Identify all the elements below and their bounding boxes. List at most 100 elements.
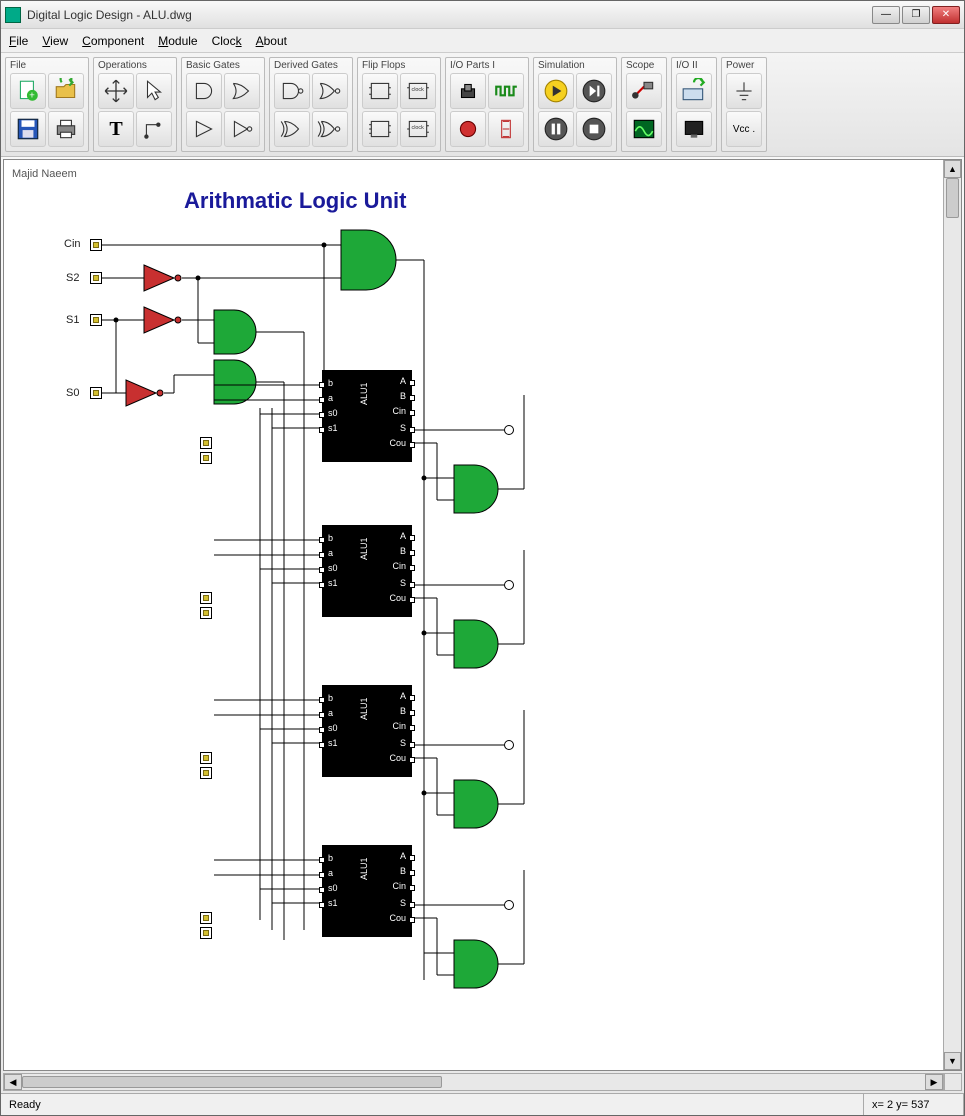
menu-component[interactable]: Component [82,34,144,48]
pin-box-b1[interactable] [200,607,212,619]
output-pin-4[interactable] [504,900,514,910]
toolgroup-io1-label: I/O Parts I [450,60,524,71]
titlebar[interactable]: Digital Logic Design - ALU.dwg — ❐ ✕ [1,1,964,29]
nand-gate-button[interactable] [274,73,310,109]
pin-box-s2[interactable] [90,272,102,284]
pin-box-b2[interactable] [200,767,212,779]
nor-gate-button[interactable] [312,73,348,109]
menu-file[interactable]: File [9,34,28,48]
text-tool-button[interactable]: T [98,111,134,147]
scroll-up-arrow[interactable]: ▲ [944,160,961,178]
and-gate-out-1 [454,465,498,513]
and-gate-out-4 [454,940,498,988]
pin-box-a1[interactable] [200,592,212,604]
stop-button[interactable] [576,111,612,147]
menu-module[interactable]: Module [158,34,197,48]
and-gate-out-2 [454,620,498,668]
wire-tool-button[interactable] [136,111,172,147]
switch-button[interactable] [450,73,486,109]
toolgroup-simulation: Simulation [533,57,617,152]
toolgroup-sim-label: Simulation [538,60,612,71]
pin-box-cin[interactable] [90,239,102,251]
toolgroup-derived-label: Derived Gates [274,60,348,71]
move-tool-button[interactable] [98,73,134,109]
alu-chip-3[interactable]: ALU1 b a s0 s1 A B Cin S Cou [322,685,412,777]
close-button[interactable]: ✕ [932,6,960,24]
pin-label-s1: S1 [66,314,79,326]
led-button[interactable] [450,111,486,147]
pin-label-s2: S2 [66,272,79,284]
toolgroup-basic-gates: Basic Gates [181,57,265,152]
scroll-corner [944,1073,962,1091]
flipflop-t-button[interactable]: clock [400,111,436,147]
vcc-button[interactable]: Vcc . [726,111,762,147]
scroll-down-arrow[interactable]: ▼ [944,1052,961,1070]
display-button[interactable] [676,111,712,147]
alu-chip-2[interactable]: ALU1 b a s0 s1 A B Cin S Cou [322,525,412,617]
pin-box-a3[interactable] [200,912,212,924]
pin-box-a2[interactable] [200,752,212,764]
pointer-tool-button[interactable] [136,73,172,109]
alu-chip-4[interactable]: ALU1 b a s0 s1 A B Cin S Cou [322,845,412,937]
and-gate-button[interactable] [186,73,222,109]
scroll-right-arrow[interactable]: ▶ [925,1074,943,1090]
or-gate-button[interactable] [224,73,260,109]
toolgroup-derived-gates: Derived Gates [269,57,353,152]
not-gate-button[interactable] [224,111,260,147]
pin-box-s0[interactable] [90,387,102,399]
toolgroup-file-label: File [10,60,84,71]
xor-gate-button[interactable] [274,111,310,147]
pin-box-s1[interactable] [90,314,102,326]
open-file-button[interactable] [48,73,84,109]
and-gate-small-2 [214,360,256,404]
step-button[interactable] [576,73,612,109]
scroll-left-arrow[interactable]: ◀ [4,1074,22,1090]
not-gate-3 [126,380,163,406]
menu-about[interactable]: About [256,34,287,48]
vertical-scrollbar[interactable]: ▲ ▼ [943,160,961,1070]
minimize-button[interactable]: — [872,6,900,24]
hscroll-thumb[interactable] [22,1076,442,1088]
toolgroup-scope-label: Scope [626,60,662,71]
status-ready: Ready [1,1094,864,1115]
save-file-button[interactable] [10,111,46,147]
ground-button[interactable] [726,73,762,109]
svg-text:clock: clock [412,87,425,93]
toolgroup-ops-label: Operations [98,60,172,71]
menu-view[interactable]: View [42,34,68,48]
pin-box-b3[interactable] [200,927,212,939]
new-file-button[interactable]: + [10,73,46,109]
clock-button[interactable] [488,73,524,109]
print-button[interactable] [48,111,84,147]
status-coords: x= 2 y= 537 [864,1094,964,1115]
output-pin-2[interactable] [504,580,514,590]
maximize-button[interactable]: ❐ [902,6,930,24]
scope-button[interactable] [626,111,662,147]
horizontal-scrollbar[interactable]: ◀ ▶ [3,1073,944,1091]
pause-button[interactable] [538,111,574,147]
toolgroup-flipflops: Flip Flops clock clock [357,57,441,152]
flipflop-sr-button[interactable] [362,73,398,109]
and-gate-out-3 [454,780,498,828]
app-window: Digital Logic Design - ALU.dwg — ❐ ✕ Fil… [0,0,965,1116]
pin-box-a0[interactable] [200,437,212,449]
flipflop-jk-button[interactable] [362,111,398,147]
xnor-gate-button[interactable] [312,111,348,147]
play-button[interactable] [538,73,574,109]
pin-label-s0: S0 [66,387,79,399]
seven-seg-button[interactable] [488,111,524,147]
output-pin-1[interactable] [504,425,514,435]
toolgroup-io2: I/O II [671,57,717,152]
toolgroup-ff-label: Flip Flops [362,60,436,71]
flipflop-d-button[interactable]: clock [400,73,436,109]
menu-clock[interactable]: Clock [212,34,242,48]
keyboard-button[interactable] [676,73,712,109]
pin-box-b0[interactable] [200,452,212,464]
canvas[interactable]: Majid Naeem Arithmatic Logic Unit [4,160,943,1070]
alu-chip-1[interactable]: ALU1 b a s0 s1 A B Cin S Cou [322,370,412,462]
output-pin-3[interactable] [504,740,514,750]
toolgroup-power-label: Power [726,60,762,71]
vscroll-thumb[interactable] [946,178,959,218]
buffer-gate-button[interactable] [186,111,222,147]
probe-button[interactable] [626,73,662,109]
